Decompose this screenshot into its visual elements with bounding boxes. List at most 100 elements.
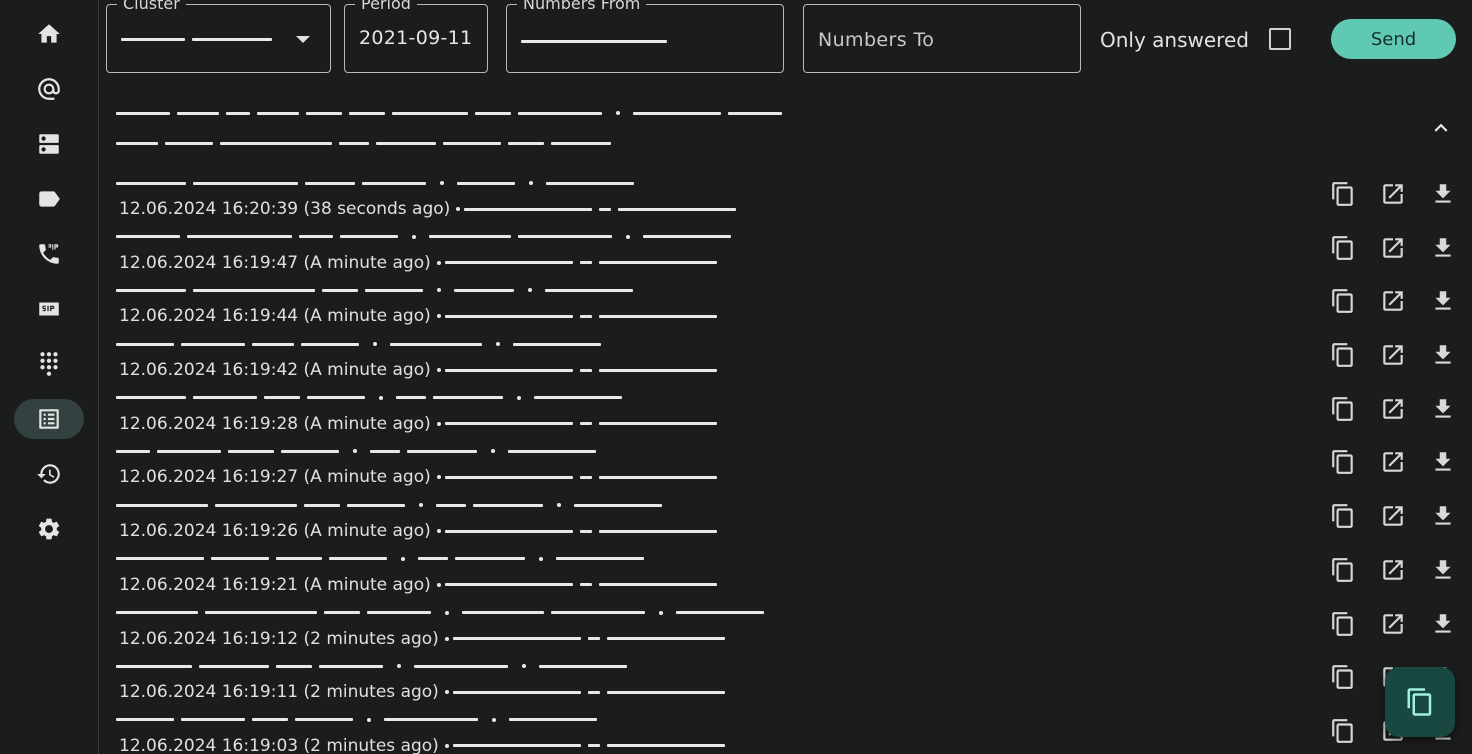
copy-button[interactable] [1330,557,1356,583]
copy-icon [1332,450,1353,475]
copy-button[interactable] [1330,611,1356,637]
open-in-new-button[interactable] [1380,288,1406,314]
call-record-row: 12.06.2024 16:19:28 (A minute ago) [116,384,1456,438]
call-timestamp: 12.06.2024 16:19:11 (2 minutes ago) [119,682,439,703]
open-in-new-button[interactable] [1380,342,1406,368]
download-button[interactable] [1430,181,1456,207]
download-icon [1435,613,1451,633]
cluster-select[interactable]: Cluster [106,0,331,73]
call-record-meta-redacted [116,174,641,192]
open-in-new-button[interactable] [1380,557,1406,583]
row-actions [1330,342,1456,368]
open-in-new-button[interactable] [1380,181,1406,207]
copy-icon [1332,557,1353,582]
download-button[interactable] [1430,288,1456,314]
copy-button[interactable] [1330,503,1356,529]
open-in-new-button[interactable] [1380,503,1406,529]
call-record-meta-redacted [116,496,669,514]
collapse-button[interactable] [1428,115,1454,141]
download-icon [1435,291,1451,311]
nav-rail [0,0,99,754]
call-record-time-line: 12.06.2024 16:20:39 (38 seconds ago) [119,199,743,219]
call-record-meta-redacted [116,657,634,675]
call-record-time-line: 12.06.2024 16:19:42 (A minute ago) [119,360,724,380]
row-actions [1330,503,1456,529]
period-field[interactable]: Period 2021-09-11 [344,0,488,73]
download-icon [1435,506,1451,525]
period-value: 2021-09-11 [359,27,473,49]
call-record-row: 12.06.2024 16:20:39 (38 seconds ago) [116,169,1456,223]
numbers-to-field[interactable]: Numbers To [803,4,1081,73]
download-button[interactable] [1430,611,1456,637]
call-record-time-line: 12.06.2024 16:19:21 (A minute ago) [119,575,724,595]
call-record-time-line: 12.06.2024 16:19:12 (2 minutes ago) [119,629,732,649]
open-in-new-button[interactable] [1380,235,1406,261]
nav-dialpad[interactable] [14,344,84,384]
copy-icon [1332,396,1353,421]
call-record-list: 12.06.2024 16:20:39 (38 seconds ago) 12.0… [116,169,1456,754]
open-in-new-button[interactable] [1380,611,1406,637]
call-record-meta-redacted [116,442,603,460]
chevron-up-icon [1434,123,1448,132]
label-icon [39,191,60,207]
call-record-time-line: 12.06.2024 16:19:28 (A minute ago) [119,414,724,434]
copy-all-fab[interactable] [1385,667,1455,737]
nav-settings[interactable] [14,509,84,549]
numbers-from-label: Numbers From [517,0,647,13]
summary-line [116,104,789,122]
call-timestamp: 12.06.2024 16:19:12 (2 minutes ago) [119,628,439,649]
nav-home[interactable] [14,14,84,54]
call-record-row: 12.06.2024 16:19:12 (2 minutes ago) [116,599,1456,653]
copy-button[interactable] [1330,181,1356,207]
call-record-meta-redacted [116,335,608,353]
call-record-time-line: 12.06.2024 16:19:26 (A minute ago) [119,521,724,541]
send-button[interactable]: Send [1331,19,1456,59]
open-in-new-button[interactable] [1380,396,1406,422]
server-icon [39,134,59,154]
nav-call-records[interactable] [14,399,84,439]
download-button[interactable] [1430,396,1456,422]
download-button[interactable] [1430,449,1456,475]
numbers-from-value-redacted [521,40,674,43]
open-in-new-icon [1383,345,1403,365]
nav-servers[interactable] [14,124,84,164]
at-sign-icon [38,78,60,100]
call-timestamp: 12.06.2024 16:19:28 (A minute ago) [119,413,431,434]
copy-icon [1332,182,1353,206]
only-answered-checkbox[interactable] [1269,28,1291,50]
call-record-time-line: 12.06.2024 16:19:44 (A minute ago) [119,306,724,326]
copy-button[interactable] [1330,396,1356,422]
copy-button[interactable] [1330,288,1356,314]
copy-button[interactable] [1330,235,1356,261]
download-button[interactable] [1430,342,1456,368]
chevron-down-icon [296,36,310,43]
call-timestamp: 12.06.2024 16:19:03 (2 minutes ago) [119,735,439,754]
cluster-value-redacted [121,38,279,41]
open-in-new-button[interactable] [1380,449,1406,475]
history-icon [37,464,60,484]
open-in-new-icon [1383,452,1403,473]
nav-mentions[interactable] [14,69,84,109]
nav-sip-phone[interactable] [14,234,84,274]
copy-button[interactable] [1330,449,1356,475]
download-button[interactable] [1430,503,1456,529]
nav-labels[interactable] [14,179,84,219]
period-label: Period [355,0,417,13]
download-button[interactable] [1430,557,1456,583]
copy-button[interactable] [1330,718,1356,744]
gear-icon [38,518,60,540]
home-icon [38,24,60,43]
call-timestamp: 12.06.2024 16:19:47 (A minute ago) [119,252,431,273]
nav-sip[interactable] [14,289,84,329]
numbers-from-field[interactable]: Numbers From [506,0,784,73]
dialpad-icon [40,352,58,376]
row-actions [1330,181,1456,207]
copy-button[interactable] [1330,664,1356,690]
call-record-row: 12.06.2024 16:19:44 (A minute ago) [116,276,1456,330]
copy-button[interactable] [1330,342,1356,368]
summary-line [116,134,789,152]
download-button[interactable] [1430,235,1456,261]
only-answered-label: Only answered [1100,28,1249,52]
row-actions [1330,235,1456,261]
nav-history[interactable] [14,454,84,494]
